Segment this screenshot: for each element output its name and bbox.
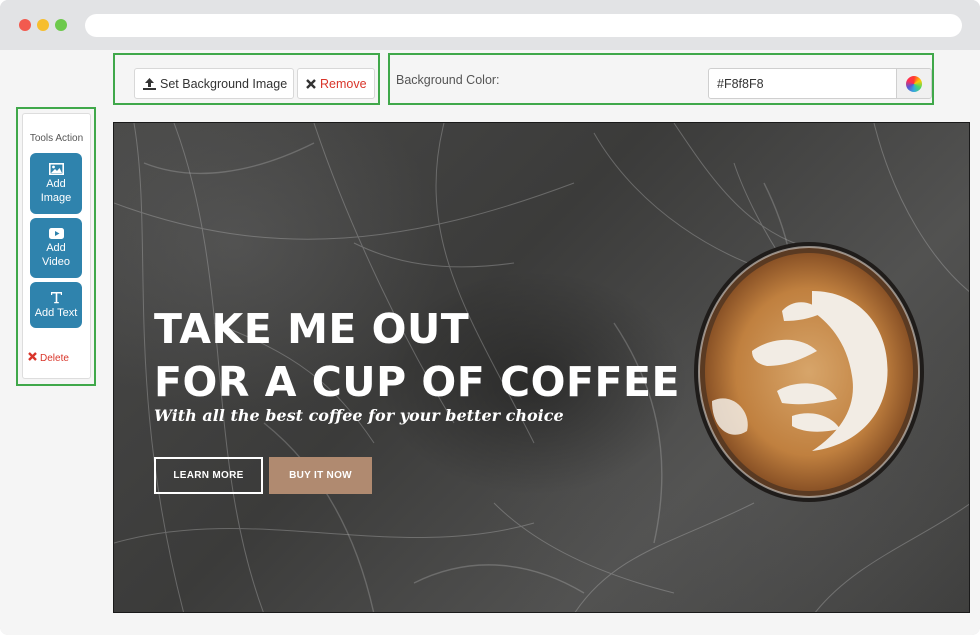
hero-headline-line-1: TAKE ME OUT: [154, 305, 470, 353]
tools-title: Tools Action: [29, 133, 84, 144]
background-color-input[interactable]: #F8f8F8: [708, 68, 897, 99]
learn-more-button[interactable]: LEARN MORE: [154, 457, 263, 494]
close-window-button[interactable]: [19, 19, 31, 31]
add-image-label-2: Image: [40, 191, 72, 204]
add-video-button[interactable]: Add Video: [30, 218, 82, 278]
hero-headline: TAKE ME OUT FOR A CUP OF COFFEE: [154, 303, 680, 409]
buy-now-button[interactable]: BUY IT NOW: [269, 457, 372, 494]
color-wheel-icon: [906, 75, 922, 92]
remove-background-button[interactable]: Remove: [297, 68, 375, 99]
maximize-window-button[interactable]: [55, 19, 67, 31]
add-image-label-1: Add: [46, 177, 66, 190]
browser-window: Set Background Image Remove Background C…: [0, 0, 980, 635]
delete-label: Delete: [40, 352, 69, 364]
set-background-image-label: Set Background Image: [160, 76, 288, 91]
image-icon: [48, 162, 64, 175]
text-icon: [50, 291, 62, 303]
color-picker-button[interactable]: [896, 68, 932, 99]
add-text-button[interactable]: Add Text: [30, 282, 82, 328]
upload-icon: [143, 77, 156, 90]
coffee-cup-illustration: [694, 242, 924, 502]
add-video-label-2: Video: [42, 255, 70, 268]
address-bar[interactable]: [85, 14, 962, 37]
editor-area: Set Background Image Remove Background C…: [0, 50, 980, 635]
title-bar: [0, 0, 980, 50]
add-video-label-1: Add: [46, 241, 66, 254]
remove-label: Remove: [320, 76, 367, 91]
add-image-button[interactable]: Add Image: [30, 153, 82, 214]
hero-headline-line-2: FOR A CUP OF COFFEE: [154, 358, 681, 406]
close-icon: [28, 352, 37, 364]
set-background-image-button[interactable]: Set Background Image: [134, 68, 294, 99]
design-canvas[interactable]: TAKE ME OUT FOR A CUP OF COFFEE With all…: [113, 122, 970, 613]
hero-subline: With all the best coffee for your better…: [154, 406, 564, 425]
background-color-value: #F8f8F8: [717, 76, 764, 91]
close-icon: [306, 78, 316, 89]
background-color-label: Background Color:: [396, 73, 500, 87]
delete-button[interactable]: Delete: [28, 352, 69, 364]
minimize-window-button[interactable]: [37, 19, 49, 31]
add-text-label: Add Text: [34, 306, 78, 319]
play-icon: [48, 227, 64, 239]
